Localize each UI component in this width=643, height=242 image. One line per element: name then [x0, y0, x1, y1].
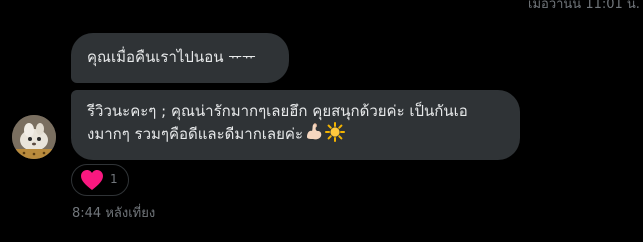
sun-icon	[325, 122, 345, 148]
avatar-image	[12, 115, 56, 159]
dm-conversation: เมื่อวานนี้ 11:01 น. คุณเมื่อคืนเราไปนอน…	[0, 0, 643, 242]
message-timestamp: 8:44 หลังเที่ยง	[72, 206, 156, 221]
message-bubble[interactable]: คุณเมื่อคืนเราไปนอน ᅲᅲ	[71, 33, 289, 83]
message-text-line-1: รีวิวนะคะๆ ; คุณน่ารักมากๆเลยฮึก คุยสนุก…	[87, 102, 468, 120]
avatar[interactable]	[12, 115, 56, 159]
previous-message-timestamp: เมื่อวานนี้ 11:01 น.	[528, 0, 640, 12]
message-text-line-2: งมากๆ รวมๆคือดีและดีมากเลยค่ะ	[87, 122, 504, 148]
flexed-biceps-icon	[304, 122, 324, 148]
reaction-count: 1	[110, 172, 118, 186]
message-text-line-2-text: งมากๆ รวมๆคือดีและดีมากเลยค่ะ	[87, 125, 303, 143]
heart-icon	[80, 169, 104, 195]
message-text: คุณเมื่อคืนเราไปนอน ᅲᅲ	[87, 48, 256, 66]
reaction-pill[interactable]: 1	[71, 164, 129, 196]
message-bubble[interactable]: รีวิวนะคะๆ ; คุณน่ารักมากๆเลยฮึก คุยสนุก…	[71, 90, 520, 160]
